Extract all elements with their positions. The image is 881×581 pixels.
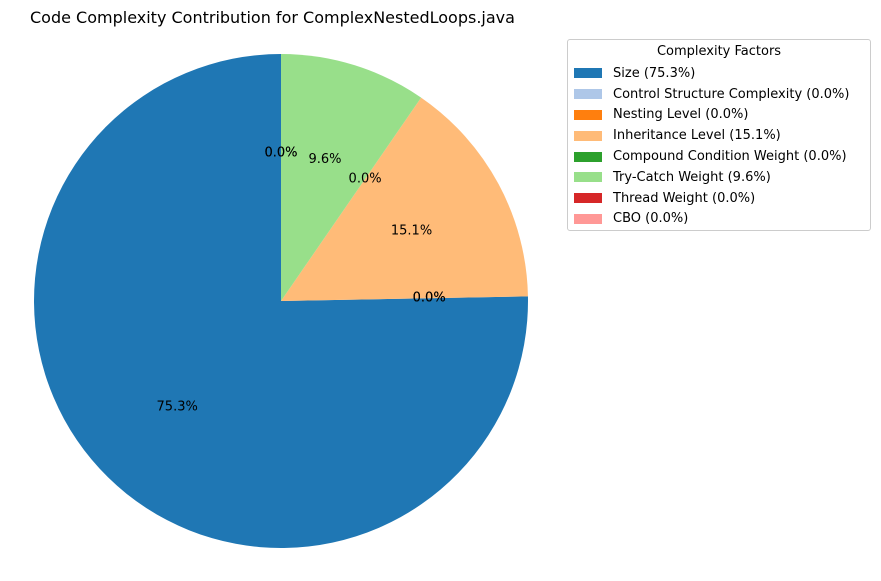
legend-entry: Inheritance Level (15.1%) <box>568 125 870 146</box>
legend-label: Try-Catch Weight (9.6%) <box>613 169 771 185</box>
legend-swatch <box>574 193 602 204</box>
legend-label: Thread Weight (0.0%) <box>613 190 756 206</box>
legend-entry: CBO (0.0%) <box>568 209 870 230</box>
legend-entry: Thread Weight (0.0%) <box>568 188 870 209</box>
legend-entry: Size (75.3%) <box>568 63 870 84</box>
legend-swatch <box>574 109 602 120</box>
legend-label: Nesting Level (0.0%) <box>613 107 749 123</box>
legend-label: Control Structure Complexity (0.0%) <box>613 86 850 102</box>
legend-swatch <box>574 213 602 224</box>
pie-label-nesting-level: 0.0% <box>413 291 446 306</box>
legend-entry: Compound Condition Weight (0.0%) <box>568 146 870 167</box>
legend-swatch <box>574 172 602 183</box>
legend-label: Compound Condition Weight (0.0%) <box>613 149 847 165</box>
legend-entry: Control Structure Complexity (0.0%) <box>568 84 870 105</box>
pie-label-compound-condition-weight: 0.0% <box>349 171 382 186</box>
legend-entry: Nesting Level (0.0%) <box>568 105 870 126</box>
legend: Complexity Factors Size (75.3%) Control S… <box>567 39 871 231</box>
pie-label-cbo: 0.0% <box>264 145 297 160</box>
legend-entry: Try-Catch Weight (9.6%) <box>568 167 870 188</box>
legend-label: Size (75.3%) <box>613 65 696 81</box>
legend-label: Inheritance Level (15.1%) <box>613 128 781 144</box>
pie-label-inheritance-level: 15.1% <box>391 223 432 238</box>
legend-swatch <box>574 130 602 141</box>
legend-swatch <box>574 151 602 162</box>
pie-label-try-catch-weight: 9.6% <box>309 152 342 167</box>
legend-title: Complexity Factors <box>656 44 782 59</box>
legend-label: CBO (0.0%) <box>613 211 689 227</box>
legend-swatch <box>574 89 602 100</box>
legend-swatch <box>574 68 602 79</box>
pie-label-size: 75.3% <box>157 399 198 414</box>
